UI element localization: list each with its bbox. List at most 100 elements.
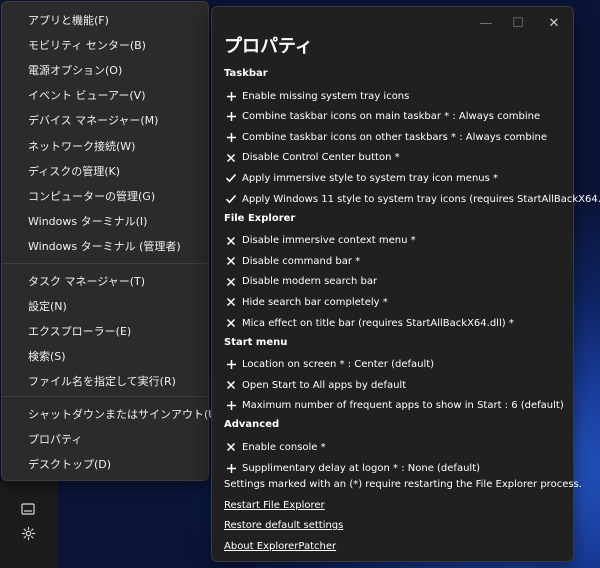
- menu-item-label: シャットダウンまたはサインアウト(U): [28, 408, 221, 421]
- minimize-button[interactable]: —: [471, 13, 501, 33]
- setting-option[interactable]: Mica effect on title bar (requires Start…: [224, 314, 569, 332]
- menu-item[interactable]: ディスクの管理(K): [2, 159, 208, 183]
- menu-item-label: タスク マネージャー(T): [28, 275, 146, 288]
- plus-icon: [224, 358, 238, 372]
- menu-item-label: モビリティ センター(B): [28, 39, 146, 53]
- setting-label: Disable Control Center button *: [242, 152, 400, 164]
- setting-option[interactable]: Apply immersive style to system tray ico…: [224, 169, 569, 187]
- context-menu: アプリと機能(F) モビリティ センター(B) 電源オプション(O) イベント ビュー…: [1, 1, 221, 481]
- plus-icon: [224, 89, 238, 103]
- menu-item-label: プロパティ: [28, 433, 83, 447]
- menu-item[interactable]: エクスプローラー(E): [2, 319, 208, 343]
- close-button[interactable]: ✕: [539, 13, 569, 33]
- section-header: Start menu: [224, 336, 288, 348]
- setting-label: Open Start to All apps by default: [242, 379, 407, 391]
- plus-icon: [224, 461, 238, 475]
- section-header: File Explorer: [224, 212, 296, 224]
- menu-item-label: ディスクの管理(K): [28, 164, 121, 178]
- menu-separator: [2, 396, 208, 397]
- setting-option[interactable]: Supplimentary delay at logon * : None (d…: [224, 459, 569, 477]
- cross-icon: [224, 378, 238, 392]
- menu-item[interactable]: プロパティ: [2, 427, 208, 451]
- setting-option[interactable]: Hide search bar completely *: [224, 293, 569, 311]
- menu-item[interactable]: Windows ターミナル (管理者): [2, 234, 208, 258]
- menu-item-label: ファイル名を指定して実行(R): [28, 375, 176, 389]
- menu-item-label: デバイス マネージャー(M): [28, 114, 159, 128]
- setting-label: Combine taskbar icons on main taskbar * …: [242, 111, 541, 123]
- plus-icon: [224, 399, 238, 413]
- check-icon: [224, 171, 238, 185]
- restore-defaults-link[interactable]: Restore default settings: [224, 520, 343, 531]
- menu-item-label: イベント ビューアー(V): [28, 89, 146, 103]
- plus-icon: [224, 110, 238, 124]
- setting-option[interactable]: Combine taskbar icons on main taskbar * …: [224, 108, 569, 126]
- setting-label: Disable modern search bar: [242, 276, 378, 288]
- setting-option[interactable]: Disable modern search bar: [224, 273, 569, 291]
- menu-item[interactable]: イベント ビューアー(V): [2, 83, 208, 107]
- setting-label: Location on screen * : Center (default): [242, 359, 435, 371]
- setting-label: Enable console *: [242, 441, 326, 453]
- menu-item[interactable]: デスクトップ(D): [2, 452, 208, 476]
- setting-label: Disable immersive context menu *: [242, 235, 416, 247]
- cross-icon: [224, 316, 238, 330]
- check-icon: [224, 192, 238, 206]
- menu-item-label: デスクトップ(D): [28, 458, 112, 472]
- cross-icon: [224, 234, 238, 248]
- setting-option[interactable]: Disable Control Center button *: [224, 149, 569, 167]
- menu-item-label: ネットワーク接続(W): [28, 139, 136, 153]
- setting-label: Disable command bar *: [242, 255, 361, 267]
- setting-option[interactable]: Apply Windows 11 style to system tray ic…: [224, 190, 600, 208]
- setting-option[interactable]: Maximum number of frequent apps to show …: [224, 397, 569, 415]
- restart-explorer-link[interactable]: Restart File Explorer: [224, 500, 325, 511]
- menu-item-label: 検索(S): [28, 350, 66, 364]
- cross-icon: [224, 254, 238, 268]
- setting-option[interactable]: Location on screen * : Center (default): [224, 356, 569, 374]
- setting-option[interactable]: Enable missing system tray icons: [224, 87, 569, 105]
- menu-item[interactable]: 設定(N): [2, 294, 208, 318]
- maximize-button[interactable]: ☐: [503, 13, 533, 33]
- menu-item[interactable]: 検索(S): [2, 344, 208, 368]
- page-title: プロパティ: [224, 36, 313, 57]
- menu-item[interactable]: シャットダウンまたはサインアウト(U) ›: [2, 402, 221, 426]
- menu-item[interactable]: アプリと機能(F): [2, 8, 208, 32]
- menu-item-label: エクスプローラー(E): [28, 325, 132, 339]
- menu-item-label: アプリと機能(F): [28, 14, 109, 27]
- about-link[interactable]: About ExplorerPatcher: [224, 541, 336, 552]
- gear-icon[interactable]: [16, 521, 40, 545]
- menu-item[interactable]: モビリティ センター(B): [2, 33, 208, 57]
- menu-item[interactable]: Windows ターミナル(I): [2, 209, 208, 233]
- menu-item-label: コンピューターの管理(G): [28, 189, 156, 203]
- setting-option[interactable]: Disable immersive context menu *: [224, 232, 569, 250]
- menu-item[interactable]: タスク マネージャー(T): [2, 269, 208, 293]
- taskbar: [0, 480, 58, 568]
- menu-item[interactable]: デバイス マネージャー(M): [2, 108, 208, 132]
- setting-label: Combine taskbar icons on other taskbars …: [242, 131, 547, 143]
- menu-item-label: 設定(N): [28, 300, 67, 314]
- cross-icon: [224, 275, 238, 289]
- setting-label: Supplimentary delay at logon * : None (d…: [242, 462, 481, 474]
- setting-label: Hide search bar completely *: [242, 296, 388, 308]
- tray-icon[interactable]: [16, 497, 40, 521]
- menu-item-label: Windows ターミナル(I): [28, 214, 148, 228]
- restart-note: Settings marked with an (*) require rest…: [224, 479, 582, 490]
- menu-item[interactable]: ネットワーク接続(W): [2, 134, 208, 158]
- cross-icon: [224, 440, 238, 454]
- setting-option[interactable]: Enable console *: [224, 438, 569, 456]
- cross-icon: [224, 295, 238, 309]
- setting-label: Enable missing system tray icons: [242, 90, 410, 102]
- setting-option[interactable]: Disable command bar *: [224, 252, 569, 270]
- setting-option[interactable]: Combine taskbar icons on other taskbars …: [224, 128, 569, 146]
- menu-item[interactable]: ファイル名を指定して実行(R): [2, 369, 208, 393]
- setting-option[interactable]: Open Start to All apps by default: [224, 376, 569, 394]
- setting-label: Apply Windows 11 style to system tray ic…: [242, 193, 600, 205]
- menu-separator: [2, 263, 208, 264]
- setting-label: Apply immersive style to system tray ico…: [242, 172, 499, 184]
- setting-label: Maximum number of frequent apps to show …: [242, 400, 564, 412]
- section-header: Advanced: [224, 419, 280, 431]
- menu-item[interactable]: 電源オプション(O): [2, 58, 208, 82]
- menu-item-label: Windows ターミナル (管理者): [28, 239, 181, 253]
- menu-item-label: 電源オプション(O): [28, 64, 123, 78]
- menu-item[interactable]: コンピューターの管理(G): [2, 184, 208, 208]
- cross-icon: [224, 151, 238, 165]
- section-header: Taskbar: [224, 68, 268, 79]
